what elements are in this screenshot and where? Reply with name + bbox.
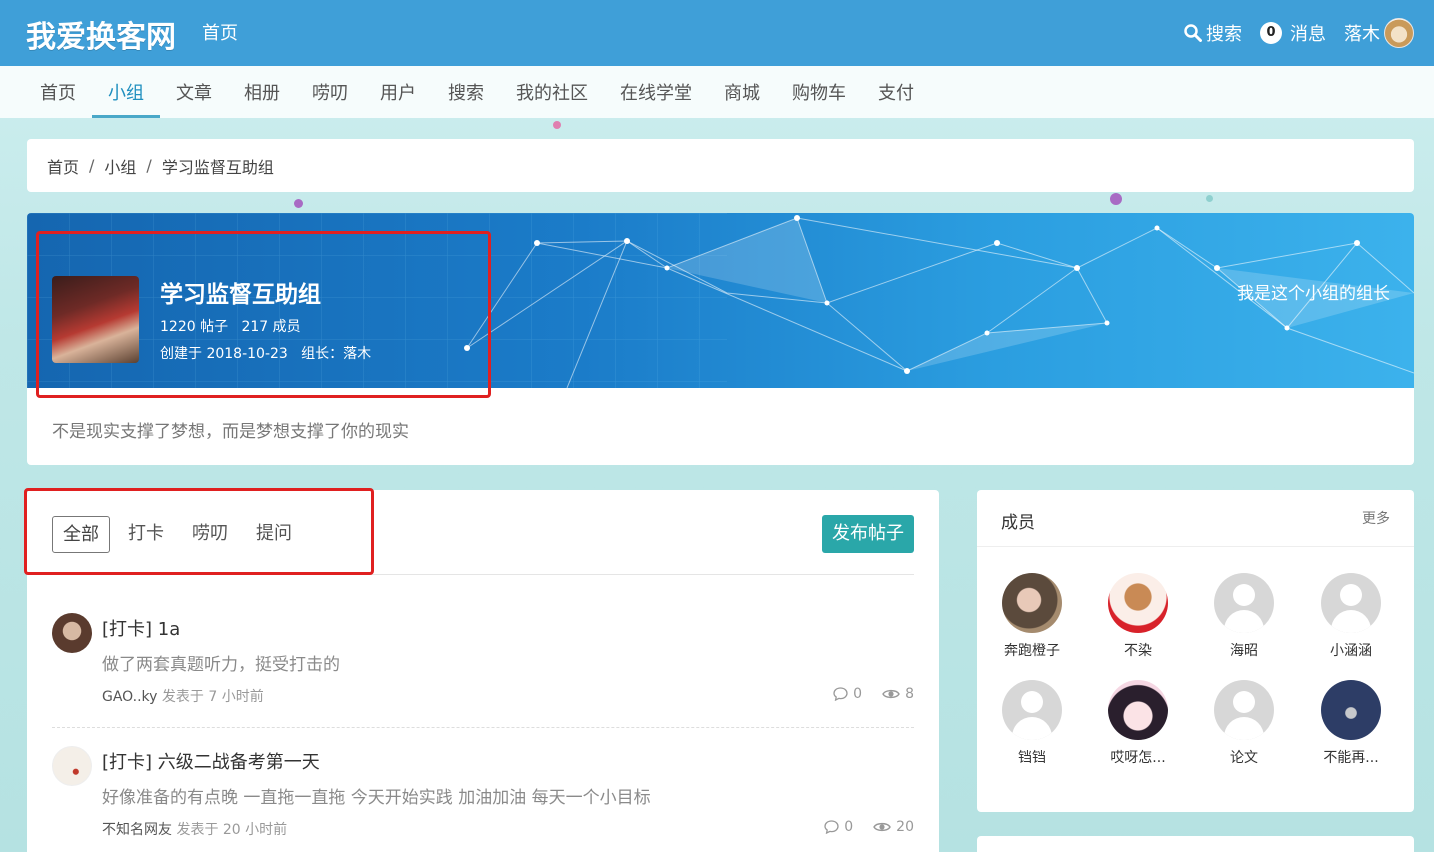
- members-more-link[interactable]: 更多: [1362, 508, 1390, 528]
- member-name: 铛铛: [1018, 750, 1046, 766]
- breadcrumb-groups[interactable]: 小组: [104, 154, 136, 178]
- default-user-icon: [1214, 680, 1274, 740]
- member-item[interactable]: 不能再...: [1301, 680, 1401, 767]
- post-stats: 0 8: [833, 686, 914, 702]
- member-item[interactable]: 论文: [1194, 680, 1294, 767]
- username: 落木: [1344, 24, 1380, 45]
- member-item[interactable]: 哎呀怎...: [1088, 680, 1188, 767]
- nav-item-users[interactable]: 用户: [364, 66, 432, 118]
- post-time: 发表于 20 小时前: [176, 822, 288, 838]
- top-bar: 我爱换客网 首页 搜索 0 消息 落木: [0, 0, 1434, 66]
- divider: [977, 546, 1414, 547]
- member-name: 哎呀怎...: [1110, 750, 1166, 766]
- member-item[interactable]: 铛铛: [982, 680, 1082, 767]
- post-excerpt: 做了两套真题听力，挺受打击的: [102, 655, 340, 675]
- post-meta: GAO..ky 发表于 7 小时前: [102, 686, 264, 706]
- breadcrumb: 首页 / 小组 / 学习监督互助组: [27, 139, 1414, 192]
- member-name: 不能再...: [1323, 750, 1379, 766]
- highlight-box-group-info: [36, 231, 491, 398]
- post-meta: 不知名网友 发表于 20 小时前: [102, 819, 287, 839]
- nav-item-cart[interactable]: 购物车: [776, 66, 862, 118]
- view-count-value: 20: [896, 819, 914, 835]
- member-item[interactable]: 海昭: [1194, 573, 1294, 660]
- avatar: [1002, 573, 1062, 633]
- nav-item-online-school[interactable]: 在线学堂: [604, 66, 708, 118]
- member-name: 海昭: [1230, 643, 1258, 659]
- list-item[interactable]: [打卡] 1a 做了两套真题听力，挺受打击的 GAO..ky 发表于 7 小时前…: [52, 613, 914, 708]
- search-label: 搜索: [1206, 24, 1242, 45]
- comment-count: 0: [833, 686, 862, 702]
- nav-item-articles[interactable]: 文章: [160, 66, 228, 118]
- default-user-icon: [1321, 573, 1381, 633]
- user-menu[interactable]: 落木: [1344, 18, 1414, 48]
- divider: [52, 727, 914, 728]
- nav-item-search[interactable]: 搜索: [432, 66, 500, 118]
- comment-icon: [833, 687, 848, 701]
- site-logo[interactable]: 我爱换客网: [26, 12, 176, 56]
- member-name: 奔跑橙子: [1004, 643, 1060, 659]
- comment-count-value: 0: [853, 686, 863, 702]
- nav-item-albums[interactable]: 相册: [228, 66, 296, 118]
- avatar: [1108, 573, 1168, 633]
- publish-post-button[interactable]: 发布帖子: [822, 515, 914, 553]
- search-link[interactable]: 搜索: [1184, 20, 1242, 46]
- post-time: 发表于 7 小时前: [161, 689, 264, 705]
- messages-count-badge: 0: [1260, 22, 1282, 44]
- decor-dot: [1206, 195, 1213, 202]
- post-title[interactable]: [打卡] 六级二战备考第一天: [102, 748, 320, 774]
- messages-label: 消息: [1290, 24, 1326, 45]
- main-nav: 首页 小组 文章 相册 唠叨 用户 搜索 我的社区 在线学堂 商城 购物车 支付: [0, 66, 1434, 118]
- comment-count: 0: [824, 819, 853, 835]
- post-author[interactable]: GAO..ky: [102, 689, 157, 705]
- post-author[interactable]: 不知名网友: [102, 822, 172, 838]
- nav-item-groups[interactable]: 小组: [92, 66, 160, 118]
- nav-item-payment[interactable]: 支付: [862, 66, 930, 118]
- view-count: 8: [882, 686, 914, 702]
- member-item[interactable]: 奔跑橙子: [982, 573, 1082, 660]
- decor-dot: [294, 199, 303, 208]
- avatar[interactable]: [52, 613, 92, 653]
- comment-icon: [824, 820, 839, 834]
- member-name: 不染: [1124, 643, 1152, 659]
- member-name: 论文: [1230, 750, 1258, 766]
- avatar: [1384, 18, 1414, 48]
- member-name: 小涵涵: [1330, 643, 1372, 659]
- avatar: [1321, 680, 1381, 740]
- nav-item-home[interactable]: 首页: [24, 66, 92, 118]
- decor-dot: [553, 121, 561, 129]
- breadcrumb-home[interactable]: 首页: [47, 154, 79, 178]
- nav-item-my-community[interactable]: 我的社区: [500, 66, 604, 118]
- member-item[interactable]: 不染: [1088, 573, 1188, 660]
- comment-count-value: 0: [844, 819, 854, 835]
- sidebar-card: [977, 836, 1414, 852]
- post-title[interactable]: [打卡] 1a: [102, 615, 180, 641]
- post-excerpt: 好像准备的有点晚 一直拖一直拖 今天开始实践 加油加油 每天一个小目标: [102, 788, 651, 808]
- top-home-link[interactable]: 首页: [202, 19, 238, 45]
- eye-icon: [882, 689, 900, 699]
- decor-dot: [1110, 193, 1122, 205]
- top-right-actions: 搜索 0 消息 落木: [1184, 0, 1414, 66]
- view-count: 20: [873, 819, 914, 835]
- nav-item-chatter[interactable]: 唠叨: [296, 66, 364, 118]
- highlight-box-tabs: [24, 488, 374, 575]
- avatar[interactable]: [52, 746, 92, 786]
- owner-badge-link[interactable]: 我是这个小组的组长: [1237, 279, 1390, 304]
- avatar: [1108, 680, 1168, 740]
- members-panel: 成员 更多 奔跑橙子 不染 海昭 小涵涵 铛铛 哎呀怎... 论文 不能再...: [977, 490, 1414, 812]
- breadcrumb-current: 学习监督互助组: [161, 157, 274, 177]
- default-user-icon: [1214, 573, 1274, 633]
- list-item[interactable]: [打卡] 六级二战备考第一天 好像准备的有点晚 一直拖一直拖 今天开始实践 加油…: [52, 746, 914, 841]
- view-count-value: 8: [905, 686, 914, 702]
- nav-item-mall[interactable]: 商城: [708, 66, 776, 118]
- group-description: 不是现实支撑了梦想，而是梦想支撑了你的现实: [52, 422, 409, 442]
- search-icon: [1184, 24, 1202, 42]
- breadcrumb-separator: /: [146, 156, 152, 175]
- post-stats: 0 20: [824, 819, 914, 835]
- breadcrumb-separator: /: [89, 156, 95, 175]
- member-item[interactable]: 小涵涵: [1301, 573, 1401, 660]
- eye-icon: [873, 822, 891, 832]
- messages-link[interactable]: 0 消息: [1260, 20, 1326, 46]
- members-title: 成员: [1001, 513, 1035, 533]
- default-user-icon: [1002, 680, 1062, 740]
